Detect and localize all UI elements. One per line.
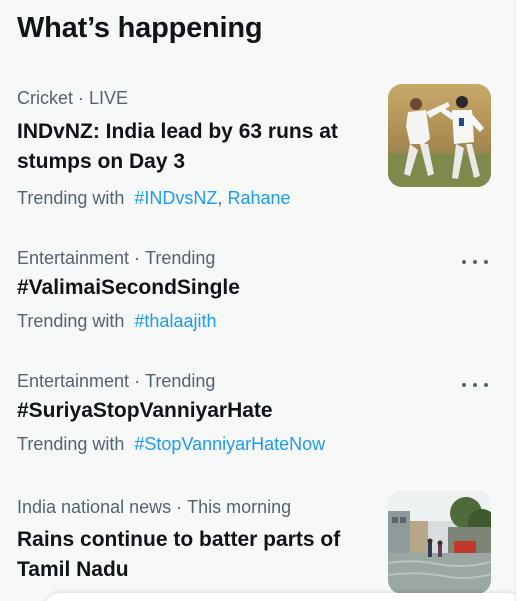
trend-tag-link[interactable]: #StopVanniyarHateNow (134, 434, 325, 454)
meta-separator: · (78, 88, 85, 108)
trend-item-rains[interactable]: India national news · This morning Rains c… (0, 491, 515, 601)
trend-title: #SuriyaStopVanniyarHate (17, 399, 273, 422)
cricket-thumbnail-image (388, 84, 491, 187)
scrollbar-track[interactable] (516, 0, 524, 601)
trending-with-label: Trending with (17, 188, 125, 208)
trend-item-cricket[interactable]: Cricket · LIVE INDvNZ: India lead by 63 ru… (0, 84, 515, 228)
trend-tag-link[interactable]: Rahane (227, 188, 290, 208)
trend-status: This morning (187, 497, 292, 517)
trend-item-valimai[interactable]: Entertainment · Trending #ValimaiSecondSin… (0, 248, 515, 348)
trend-tag-link[interactable]: #INDvsNZ (134, 188, 217, 208)
messages-drawer[interactable] (44, 593, 515, 601)
trend-tag-link[interactable]: #thalaajith (134, 311, 216, 331)
trending-with-label: Trending with (17, 434, 125, 454)
trend-status: LIVE (89, 88, 129, 108)
rain-thumbnail-image (388, 491, 491, 594)
whats-happening-panel: What’s happening Cricket · LIVE INDvNZ: In… (0, 0, 516, 601)
more-horizontal-icon[interactable] (462, 258, 488, 266)
trend-category: Cricket (17, 88, 74, 108)
trend-category: India national news (17, 497, 172, 517)
trending-with-label: Trending with (17, 311, 125, 331)
panel-heading: What’s happening (17, 12, 263, 44)
trend-meta: Entertainment · Trending (17, 248, 215, 269)
trend-status: Trending (145, 371, 216, 391)
trend-title: INDvNZ: India lead by 63 runs at stumps … (17, 120, 338, 173)
meta-separator: · (176, 497, 183, 517)
trend-title: #ValimaiSecondSingle (17, 276, 240, 299)
trend-meta: Cricket · LIVE (17, 88, 128, 109)
meta-separator: · (134, 371, 141, 391)
tag-separator: , (217, 188, 223, 208)
meta-separator: · (134, 248, 141, 268)
more-horizontal-icon[interactable] (462, 381, 488, 389)
trend-title: Rains continue to batter parts of Tamil … (17, 528, 341, 581)
trend-item-suriya[interactable]: Entertainment · Trending #SuriyaStopVanniy… (0, 371, 515, 471)
trend-meta: India national news · This morning (17, 497, 291, 518)
trending-with: Trending with #INDvsNZ, Rahane (17, 188, 291, 209)
trending-with: Trending with #StopVanniyarHateNow (17, 434, 325, 455)
trending-with: Trending with #thalaajith (17, 311, 216, 332)
trend-status: Trending (145, 248, 216, 268)
trend-category: Entertainment (17, 248, 130, 268)
trend-meta: Entertainment · Trending (17, 371, 215, 392)
trend-category: Entertainment (17, 371, 130, 391)
